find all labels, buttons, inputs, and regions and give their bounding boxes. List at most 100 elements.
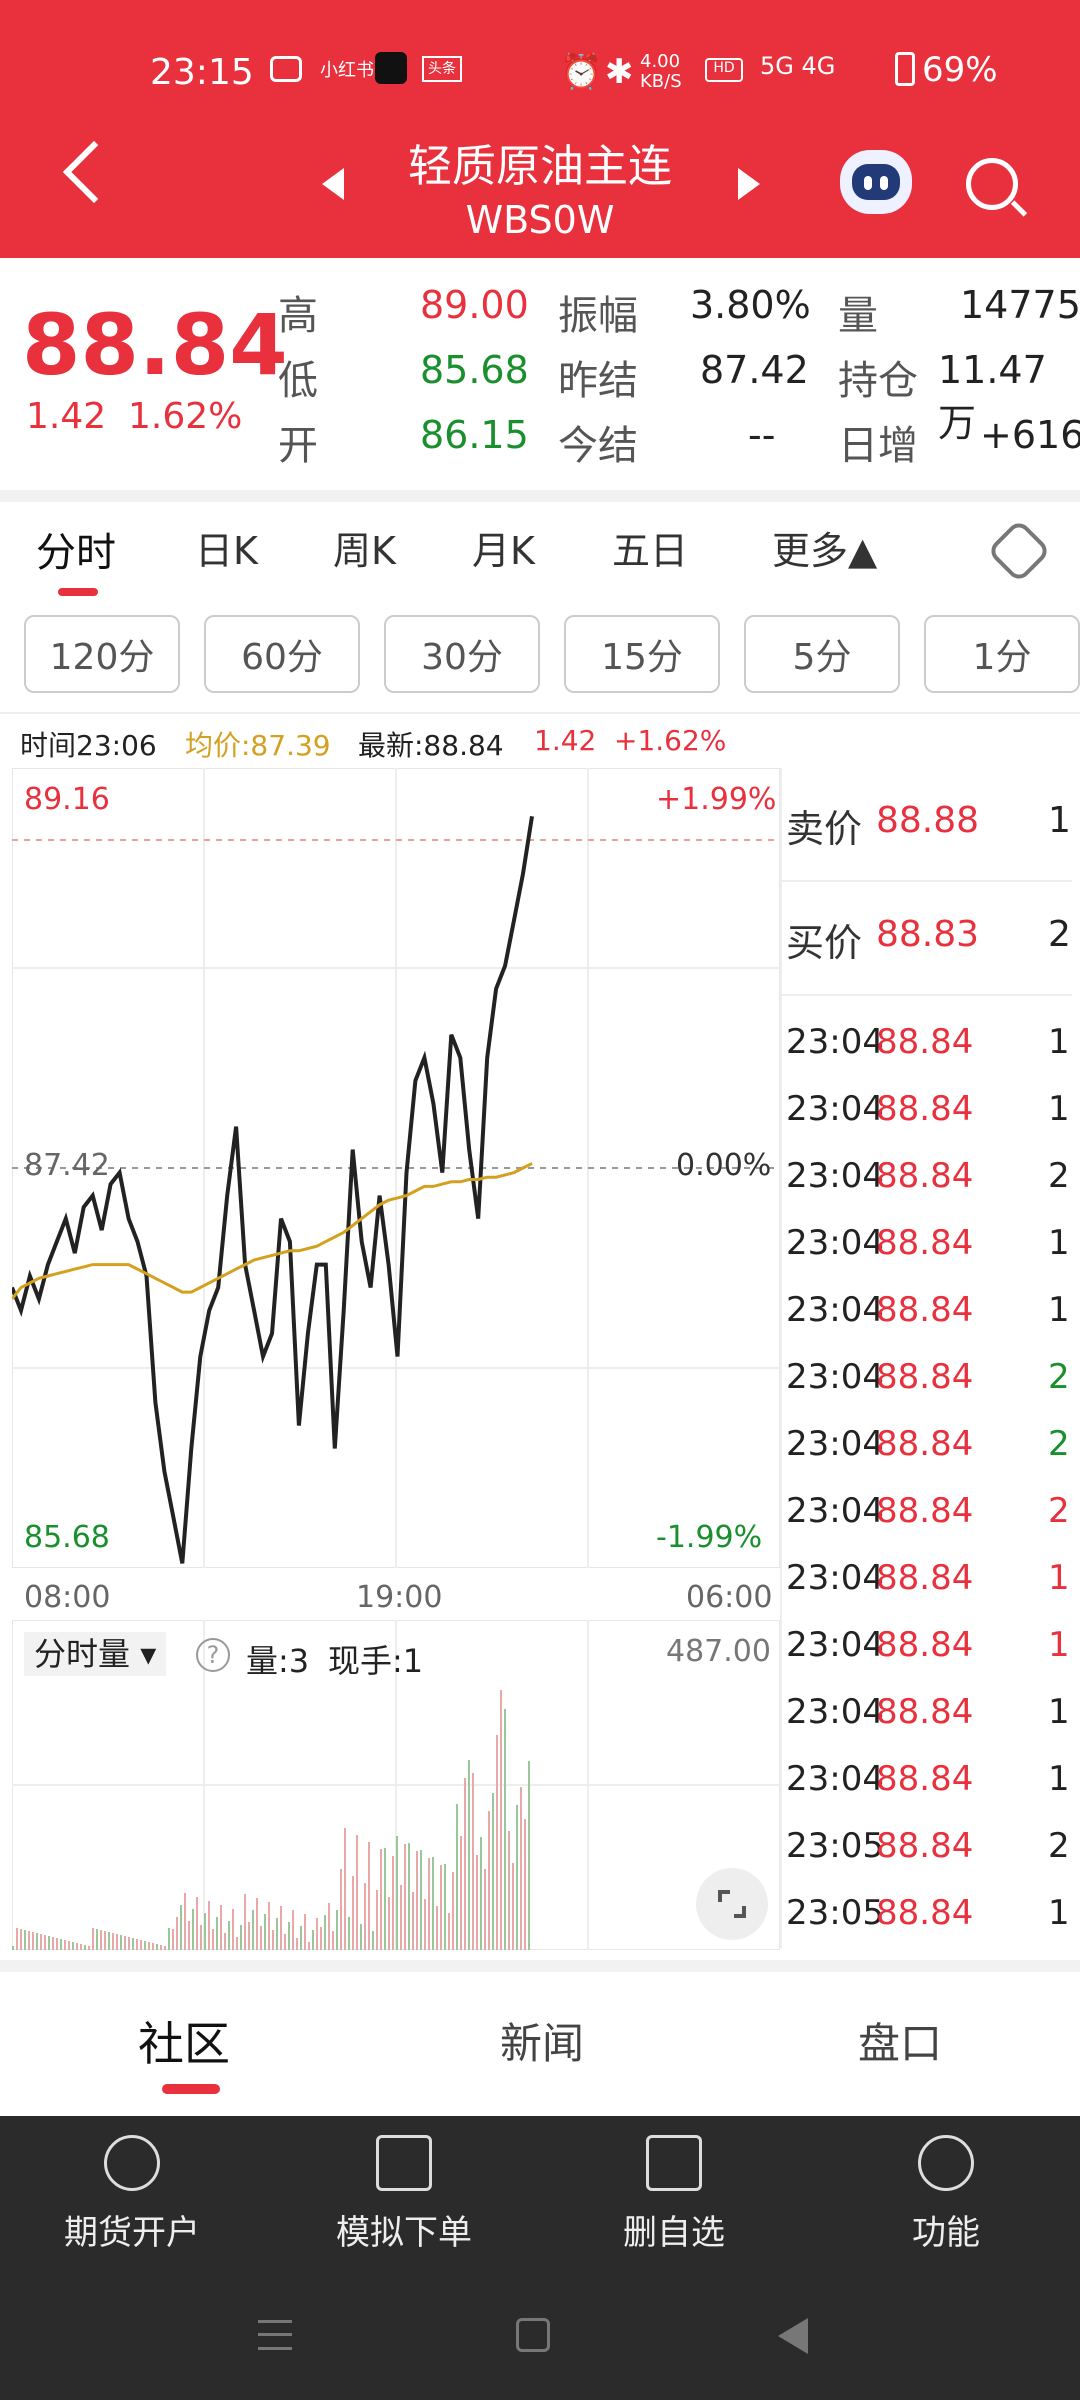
tab-five-day[interactable]: 五日 — [612, 520, 688, 575]
orderbook-sep-2 — [782, 994, 1072, 996]
volume-bar — [68, 1941, 70, 1950]
trade-qty: 1 — [1048, 1223, 1070, 1263]
period-1[interactable]: 1分 — [924, 615, 1080, 693]
volume-bar — [248, 1922, 250, 1950]
quote-panel: 88.84 1.42 1.62% 高 89.00 低 85.68 开 86.15… — [0, 258, 1080, 490]
change-pct: 1.62% — [128, 396, 243, 437]
volume-bar — [504, 1709, 506, 1950]
amp-value: 3.80% — [690, 283, 811, 327]
ask-price: 88.88 — [876, 800, 980, 841]
nav-item-3[interactable]: 功能 — [836, 2135, 1056, 2254]
tiktok-icon — [375, 52, 407, 84]
volume-bar — [352, 1876, 354, 1950]
next-contract-icon[interactable] — [738, 168, 760, 200]
trade-time: 23:04 — [786, 1357, 884, 1397]
prev-settle-label: 昨结 — [558, 358, 638, 404]
trade-price: 88.84 — [876, 1625, 974, 1665]
volume-bar — [216, 1917, 218, 1950]
signal-icon: 5G 4G — [760, 52, 836, 80]
trade-price: 88.84 — [876, 1826, 974, 1866]
back-icon[interactable] — [62, 140, 126, 204]
assistant-robot-icon[interactable] — [840, 150, 912, 214]
volume-bar — [476, 1855, 478, 1950]
fullscreen-icon[interactable] — [696, 1868, 768, 1940]
trade-time: 23:04 — [786, 1156, 884, 1196]
volume-bar — [212, 1929, 214, 1950]
sys-back-icon[interactable] — [778, 2318, 808, 2354]
volume-bar — [88, 1946, 90, 1950]
volume-bar — [360, 1924, 362, 1950]
volume-bar — [348, 1917, 350, 1950]
daily-inc-value: +616 — [980, 413, 1080, 457]
period-120[interactable]: 120分 — [24, 615, 180, 693]
volume-bar — [104, 1931, 106, 1950]
trade-qty: 2 — [1048, 1424, 1070, 1464]
trade-price: 88.84 — [876, 1022, 974, 1062]
period-60[interactable]: 60分 — [204, 615, 360, 693]
trade-price: 88.84 — [876, 1692, 974, 1732]
price-chart[interactable] — [12, 768, 780, 1568]
volume-bar — [412, 1892, 414, 1950]
tab-more[interactable]: 更多▲ — [772, 520, 877, 575]
nav-item-2[interactable]: 删自选 — [564, 2135, 784, 2254]
tab-weekly-k[interactable]: 周K — [333, 520, 396, 575]
help-icon[interactable]: ? — [196, 1638, 230, 1672]
divider-2 — [0, 712, 1080, 714]
search-icon[interactable] — [966, 158, 1018, 210]
settings-icon[interactable] — [986, 518, 1052, 584]
volume-bar — [276, 1918, 278, 1950]
info-avg: 均价:87.39 — [185, 729, 331, 762]
volume-value: 量:3 — [246, 1642, 310, 1680]
volume-bar — [232, 1909, 234, 1950]
period-30[interactable]: 30分 — [384, 615, 540, 693]
volume-bar — [488, 1811, 490, 1950]
trade-time: 23:04 — [786, 1759, 884, 1799]
tab-community[interactable]: 社区 — [138, 2008, 230, 2074]
trade-row: 23:04 88.84 1 — [786, 1625, 1076, 1675]
period-5[interactable]: 5分 — [744, 615, 900, 693]
trade-row: 23:04 88.84 1 — [786, 1759, 1076, 1809]
nav-item-0[interactable]: 期货开户 — [22, 2135, 242, 2254]
sys-menu-icon[interactable] — [258, 2320, 292, 2350]
tab-intraday[interactable]: 分时 — [36, 520, 116, 578]
nav-label: 删自选 — [623, 2213, 725, 2253]
trade-price: 88.84 — [876, 1156, 974, 1196]
volume-bar — [260, 1926, 262, 1950]
volume-bar — [108, 1932, 110, 1950]
volume-bar — [92, 1928, 94, 1950]
trade-qty: 2 — [1048, 1491, 1070, 1531]
trade-time: 23:04 — [786, 1692, 884, 1732]
volume-max: 487.00 — [666, 1634, 771, 1669]
sys-home-icon[interactable] — [516, 2318, 550, 2352]
net-speed: 4.00 KB/S — [640, 51, 682, 92]
volume-bar — [344, 1828, 346, 1950]
volume-bar — [328, 1903, 330, 1950]
period-15[interactable]: 15分 — [564, 615, 720, 693]
volume-bar — [228, 1921, 230, 1950]
volume-bar — [364, 1883, 366, 1950]
volume-bar — [284, 1934, 286, 1950]
divider-3 — [0, 1960, 1080, 1972]
trade-qty: 1 — [1048, 1089, 1070, 1129]
volume-bar — [304, 1914, 306, 1950]
trade-row: 23:04 88.84 1 — [786, 1089, 1076, 1139]
low-value: 85.68 — [420, 348, 529, 392]
volume-bar — [380, 1849, 382, 1950]
tab-daily-k[interactable]: 日K — [195, 520, 258, 575]
tab-monthly-k[interactable]: 月K — [472, 520, 535, 575]
crosshair-info: 时间23:06 均价:87.39 最新:88.84 1.42 +1.62% — [0, 718, 780, 768]
volume-bar — [160, 1945, 162, 1950]
orderbook-divider — [780, 768, 782, 1948]
volume-bar — [188, 1921, 190, 1950]
x-axis-end: 06:00 — [686, 1580, 773, 1615]
trade-price: 88.84 — [876, 1290, 974, 1330]
volume-bar — [492, 1793, 494, 1950]
nav-item-1[interactable]: 模拟下单 — [294, 2135, 514, 2254]
volume-type-dropdown[interactable]: 分时量 ▾ — [24, 1632, 167, 1676]
tab-news[interactable]: 新闻 — [500, 2010, 584, 2071]
app-header: 23:15 小红书 头条 ⏰ ✱ 4.00 KB/S HD 5G 4G 69% … — [0, 0, 1080, 258]
tab-orderbook[interactable]: 盘口 — [858, 2010, 942, 2071]
trade-price: 88.84 — [876, 1089, 974, 1129]
volume-bar — [384, 1848, 386, 1950]
volume-bar — [52, 1937, 54, 1950]
